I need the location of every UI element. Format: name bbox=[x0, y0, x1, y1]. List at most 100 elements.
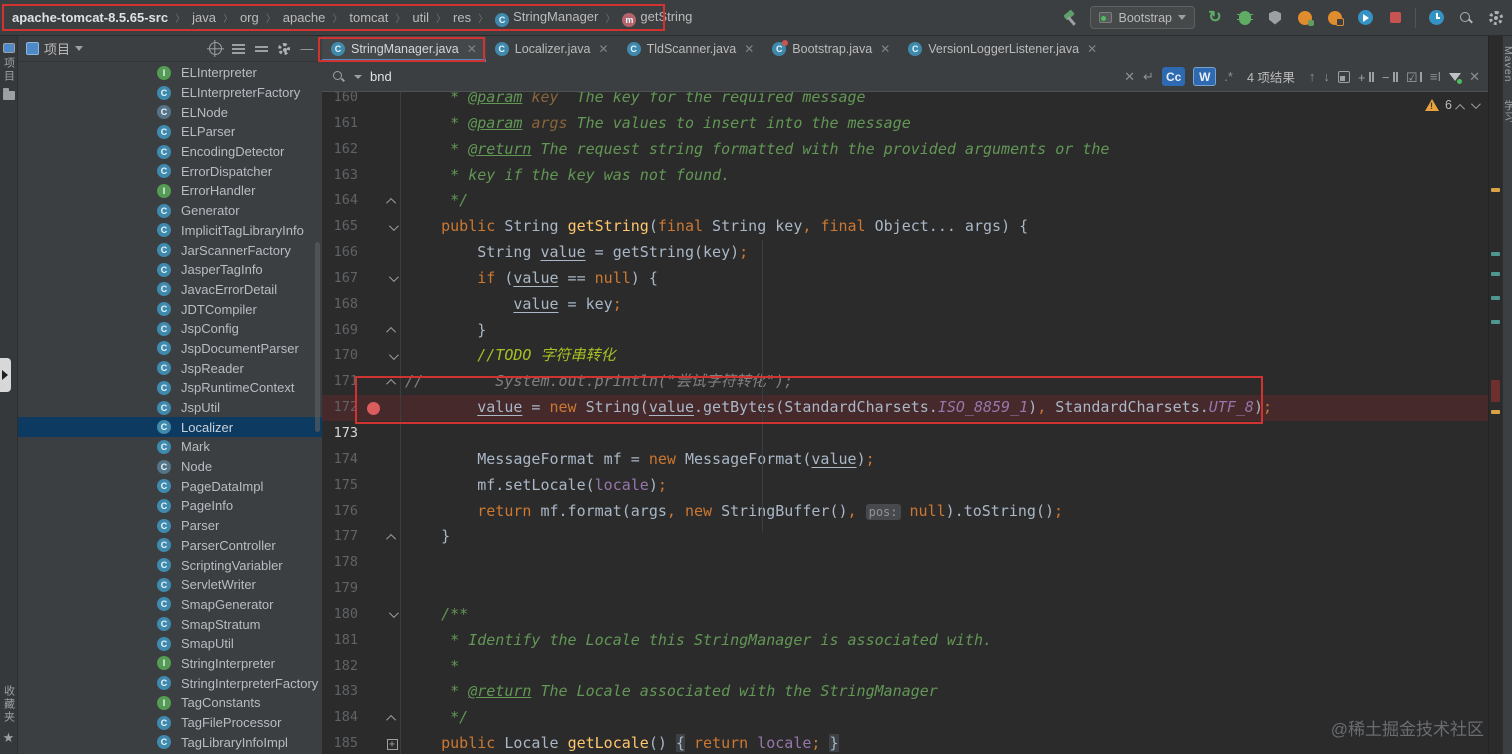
tree-item-TagFileProcessor[interactable]: C TagFileProcessor bbox=[18, 713, 322, 733]
code-line-164[interactable]: 164 */ bbox=[322, 188, 1488, 215]
code-line-177[interactable]: 177 } bbox=[322, 524, 1488, 551]
code-line-178[interactable]: 178 bbox=[322, 550, 1488, 577]
multicursor-icon[interactable]: ≡I bbox=[1430, 69, 1441, 84]
fold-gutter[interactable] bbox=[384, 395, 400, 421]
breadcrumb-item-tomcat[interactable]: tomcat bbox=[347, 9, 390, 26]
fold-collapse-icon[interactable] bbox=[385, 714, 396, 725]
tree-item-Mark[interactable]: C Mark bbox=[18, 437, 322, 457]
project-panel-title[interactable]: 项目 bbox=[44, 39, 70, 58]
prev-warning-icon[interactable] bbox=[1455, 103, 1466, 114]
breakpoint-gutter[interactable] bbox=[362, 318, 384, 344]
code-line-172[interactable]: 172 value = new String(value.getBytes(St… bbox=[322, 395, 1488, 421]
breakpoint-gutter[interactable] bbox=[362, 731, 384, 754]
tree-item-Node[interactable]: C Node bbox=[18, 457, 322, 477]
tree-item-JspDocumentParser[interactable]: C JspDocumentParser bbox=[18, 339, 322, 359]
profiler-lock-button[interactable] bbox=[1325, 8, 1345, 28]
error-stripe[interactable] bbox=[1488, 36, 1502, 754]
breakpoint-gutter[interactable] bbox=[362, 188, 384, 214]
breadcrumb-item-res[interactable]: res bbox=[451, 9, 473, 26]
run-services-button[interactable] bbox=[1355, 8, 1375, 28]
fold-collapse-icon[interactable] bbox=[388, 608, 399, 619]
tree-item-JarScannerFactory[interactable]: C JarScannerFactory bbox=[18, 240, 322, 260]
build-hammer-icon[interactable] bbox=[1060, 8, 1080, 28]
fold-gutter[interactable] bbox=[384, 576, 400, 602]
breadcrumb-item-StringManager[interactable]: C StringManager bbox=[493, 8, 600, 28]
breakpoint-gutter[interactable] bbox=[362, 576, 384, 602]
fold-gutter[interactable] bbox=[384, 499, 400, 525]
fold-gutter[interactable] bbox=[384, 473, 400, 499]
code-line-161[interactable]: 161 * @param args The values to insert i… bbox=[322, 110, 1488, 137]
breakpoint-gutter[interactable] bbox=[362, 654, 384, 680]
coverage-button[interactable] bbox=[1265, 8, 1285, 28]
breadcrumb-item-apache-tomcat-8.5.65-src[interactable]: apache-tomcat-8.5.65-src bbox=[10, 9, 170, 26]
fold-gutter[interactable] bbox=[384, 240, 400, 266]
breadcrumb-item-java[interactable]: java bbox=[190, 9, 218, 26]
code-line-181[interactable]: 181 * Identify the Locale this StringMan… bbox=[322, 627, 1488, 654]
close-find-bar-button[interactable]: ✕ bbox=[1469, 69, 1480, 85]
fold-gutter[interactable] bbox=[384, 292, 400, 318]
tab-VersionLoggerListener.java[interactable]: C VersionLoggerListener.java ✕ bbox=[899, 36, 1106, 62]
breakpoint-gutter[interactable] bbox=[362, 602, 384, 628]
tool-stripe-favorites[interactable]: 收藏夹 bbox=[1, 685, 17, 724]
code-line-179[interactable]: 179 bbox=[322, 576, 1488, 602]
error-stripe-mark[interactable] bbox=[1491, 296, 1500, 300]
tree-item-PageDataImpl[interactable]: C PageDataImpl bbox=[18, 476, 322, 496]
tree-item-ScriptingVariabler[interactable]: C ScriptingVariabler bbox=[18, 555, 322, 575]
breakpoint-gutter[interactable] bbox=[362, 343, 384, 369]
tree-item-JspUtil[interactable]: C JspUtil bbox=[18, 398, 322, 418]
breakpoint-gutter[interactable] bbox=[362, 137, 384, 163]
error-stripe-mark[interactable] bbox=[1491, 410, 1500, 414]
fold-gutter[interactable] bbox=[384, 214, 400, 240]
debug-button[interactable] bbox=[1235, 8, 1255, 28]
chevron-down-icon[interactable] bbox=[75, 46, 84, 51]
locate-file-button[interactable] bbox=[206, 40, 224, 58]
fold-gutter[interactable] bbox=[384, 266, 400, 292]
fold-gutter[interactable] bbox=[384, 447, 400, 473]
tree-scrollbar[interactable] bbox=[315, 242, 320, 432]
code-line-166[interactable]: 166 String value = getString(key); bbox=[322, 240, 1488, 266]
tree-item-JspRuntimeContext[interactable]: C JspRuntimeContext bbox=[18, 378, 322, 398]
clear-search-button[interactable]: ✕ bbox=[1124, 69, 1135, 85]
error-stripe-mark[interactable] bbox=[1491, 320, 1500, 324]
previous-occurrence-button[interactable]: ↑ bbox=[1309, 69, 1316, 84]
code-line-169[interactable]: 169 } bbox=[322, 317, 1488, 344]
code-line-184[interactable]: 184 */ bbox=[322, 705, 1488, 732]
fold-gutter[interactable] bbox=[384, 163, 400, 189]
tree-item-ELInterpreter[interactable]: I ELInterpreter bbox=[18, 63, 322, 83]
hide-panel-button[interactable]: — bbox=[298, 40, 316, 58]
fold-gutter[interactable] bbox=[384, 654, 400, 680]
tree-item-JspConfig[interactable]: C JspConfig bbox=[18, 319, 322, 339]
breakpoint-gutter[interactable] bbox=[362, 499, 384, 525]
fold-gutter[interactable] bbox=[384, 628, 400, 654]
tool-stripe-maven[interactable]: Maven bbox=[1502, 46, 1512, 83]
close-tab-icon[interactable]: ✕ bbox=[742, 42, 754, 56]
breadcrumb-item-getString[interactable]: m getString bbox=[620, 8, 694, 28]
breadcrumb-item-org[interactable]: org bbox=[238, 9, 261, 26]
tree-item-ServletWriter[interactable]: C ServletWriter bbox=[18, 575, 322, 595]
search-options-chevron-icon[interactable] bbox=[354, 74, 362, 79]
tab-TldScanner.java[interactable]: C TldScanner.java ✕ bbox=[618, 36, 764, 62]
code-line-162[interactable]: 162 * @return The request string formatt… bbox=[322, 136, 1488, 163]
tree-item-ErrorHandler[interactable]: I ErrorHandler bbox=[18, 181, 322, 201]
fold-gutter[interactable] bbox=[384, 705, 400, 731]
collapse-all-button[interactable] bbox=[252, 40, 270, 58]
show-tool-window-button[interactable] bbox=[0, 358, 11, 392]
code-line-175[interactable]: 175 mf.setLocale(locale); bbox=[322, 472, 1488, 499]
fold-gutter[interactable] bbox=[384, 421, 400, 447]
code-line-180[interactable]: 180 /** bbox=[322, 601, 1488, 628]
fold-expand-icon[interactable]: + bbox=[386, 738, 398, 750]
tree-item-SmapGenerator[interactable]: C SmapGenerator bbox=[18, 595, 322, 615]
breakpoint-gutter[interactable] bbox=[362, 266, 384, 292]
tree-item-JspReader[interactable]: C JspReader bbox=[18, 358, 322, 378]
code-line-173[interactable]: 173 bbox=[322, 420, 1488, 447]
breakpoint-gutter[interactable] bbox=[362, 395, 384, 421]
add-occurrence-button[interactable]: + bbox=[1358, 70, 1374, 85]
code-line-183[interactable]: 183 * @return The Locale associated with… bbox=[322, 679, 1488, 706]
code-editor[interactable]: 160 * @param key The key for the require… bbox=[322, 92, 1488, 754]
tree-item-TagLibraryInfoImpl[interactable]: C TagLibraryInfoImpl bbox=[18, 732, 322, 752]
fold-gutter[interactable]: + bbox=[384, 731, 400, 754]
error-stripe-mark[interactable] bbox=[1491, 188, 1500, 192]
close-tab-icon[interactable]: ✕ bbox=[597, 42, 609, 56]
filter-icon[interactable] bbox=[1449, 72, 1463, 84]
code-line-174[interactable]: 174 MessageFormat mf = new MessageFormat… bbox=[322, 446, 1488, 473]
